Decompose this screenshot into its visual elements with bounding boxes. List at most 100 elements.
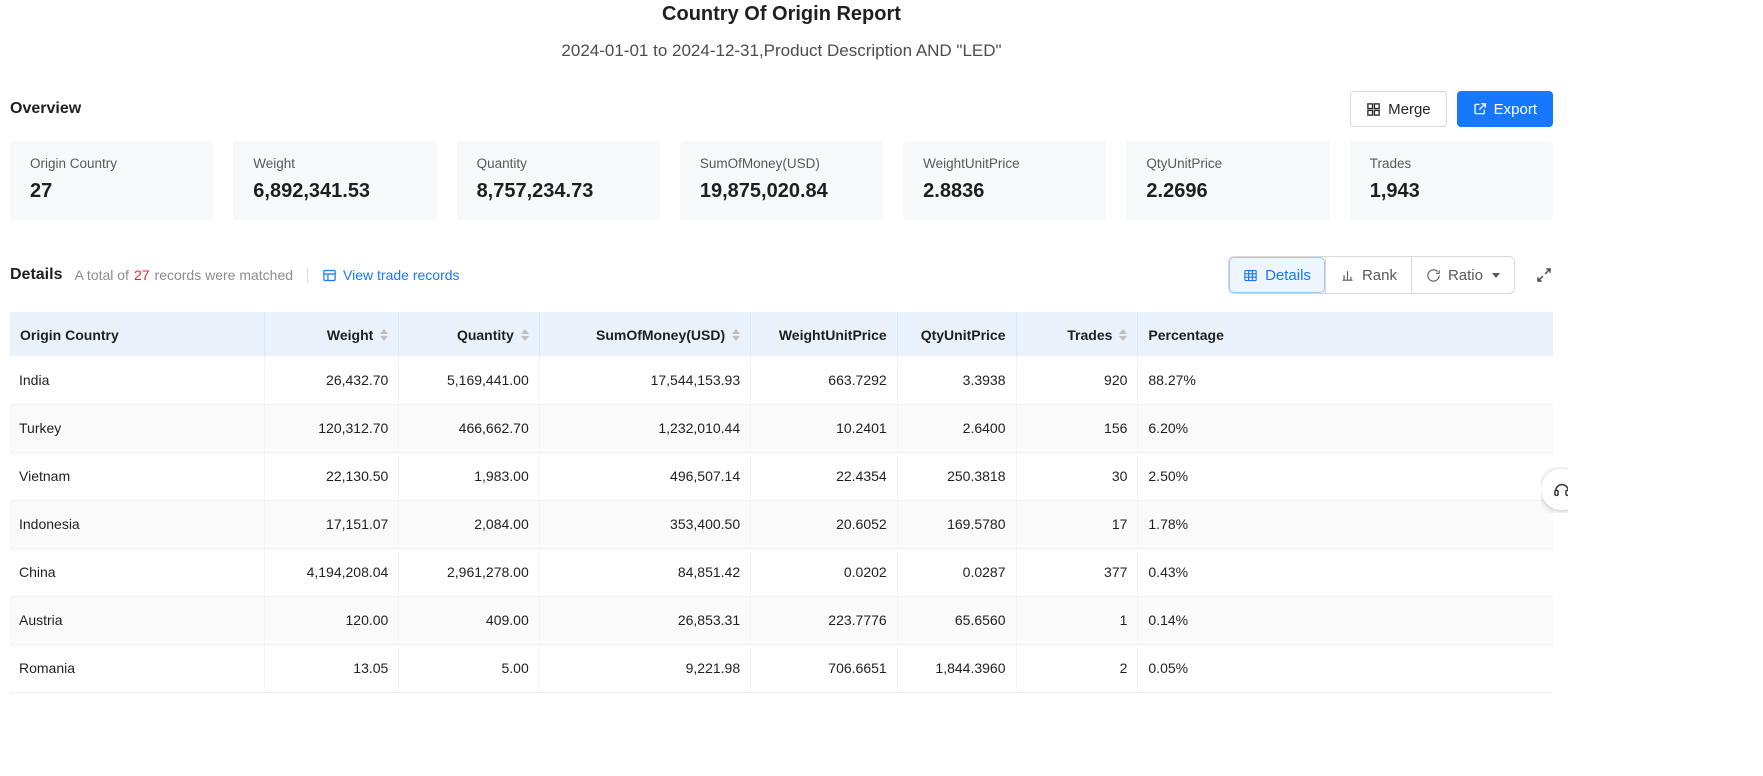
sort-icon[interactable] xyxy=(380,329,388,341)
column-label: Quantity xyxy=(457,327,514,343)
tab-rank[interactable]: Rank xyxy=(1325,257,1411,293)
cell-origin-country: Vietnam xyxy=(10,452,265,500)
table-row: China4,194,208.042,961,278.0084,851.420.… xyxy=(10,548,1553,596)
merge-button[interactable]: Merge xyxy=(1350,91,1447,127)
column-header-weight[interactable]: Weight xyxy=(265,312,399,356)
support-float-wrap xyxy=(1541,467,1568,513)
cell-qtyunitprice: 65.6560 xyxy=(897,596,1016,644)
tab-rank-label: Rank xyxy=(1362,267,1397,284)
report-page: Country Of Origin Report 2024-01-01 to 2… xyxy=(10,0,1553,693)
cell-origin-country: China xyxy=(10,548,265,596)
cell-origin-country: Indonesia xyxy=(10,500,265,548)
fullscreen-button[interactable] xyxy=(1535,266,1553,284)
cell-percentage: 1.78% xyxy=(1138,500,1553,548)
cell-origin-country: Turkey xyxy=(10,404,265,452)
table-row: Turkey120,312.70466,662.701,232,010.4410… xyxy=(10,404,1553,452)
stat-card-weight: Weight6,892,341.53 xyxy=(233,141,436,220)
cell-weight: 26,432.70 xyxy=(265,356,399,404)
chevron-down-icon xyxy=(1492,273,1500,278)
overview-heading: Overview xyxy=(10,100,81,118)
cell-weightunitprice: 10.2401 xyxy=(751,404,898,452)
stat-card-value: 1,943 xyxy=(1370,180,1533,203)
matched-count: 27 xyxy=(134,267,150,283)
merge-button-label: Merge xyxy=(1388,101,1431,118)
column-header-origin-country: Origin Country xyxy=(10,312,265,356)
cell-sumofmoney-usd: 17,544,153.93 xyxy=(539,356,750,404)
headset-icon xyxy=(1552,480,1569,500)
rank-icon xyxy=(1340,268,1355,283)
overview-cards: Origin Country27Weight6,892,341.53Quanti… xyxy=(10,141,1553,220)
column-label: Weight xyxy=(327,327,373,343)
cell-sumofmoney-usd: 496,507.14 xyxy=(539,452,750,500)
cell-weightunitprice: 223.7776 xyxy=(751,596,898,644)
column-label: Percentage xyxy=(1148,327,1223,343)
cell-qtyunitprice: 250.3818 xyxy=(897,452,1016,500)
page-title: Country Of Origin Report xyxy=(10,3,1553,26)
support-button[interactable] xyxy=(1541,469,1568,510)
cell-percentage: 0.43% xyxy=(1138,548,1553,596)
cell-qtyunitprice: 1,844.3960 xyxy=(897,644,1016,692)
tab-details[interactable]: Details xyxy=(1229,257,1325,293)
cell-origin-country: Austria xyxy=(10,596,265,644)
fullscreen-icon xyxy=(1535,266,1553,284)
cell-percentage: 0.05% xyxy=(1138,644,1553,692)
cell-weightunitprice: 22.4354 xyxy=(751,452,898,500)
cell-sumofmoney-usd: 84,851.42 xyxy=(539,548,750,596)
stat-card-qtyunitprice: QtyUnitPrice 2.2696 xyxy=(1126,141,1329,220)
trade-records-icon xyxy=(322,268,337,283)
stat-card-value: 2.2696 xyxy=(1146,180,1309,203)
details-left: Details A total of 27 records were match… xyxy=(10,266,460,284)
vertical-divider xyxy=(307,268,308,283)
cell-weight: 120,312.70 xyxy=(265,404,399,452)
stat-card-weightunitprice: WeightUnitPrice2.8836 xyxy=(903,141,1106,220)
cell-weight: 120.00 xyxy=(265,596,399,644)
cell-qtyunitprice: 2.6400 xyxy=(897,404,1016,452)
cell-trades: 920 xyxy=(1016,356,1138,404)
stat-card-sumofmoney-usd: SumOfMoney(USD)19,875,020.84 xyxy=(680,141,883,220)
cell-origin-country: Romania xyxy=(10,644,265,692)
merge-icon xyxy=(1366,102,1381,117)
table-row: Vietnam22,130.501,983.00496,507.1422.435… xyxy=(10,452,1553,500)
table-row: Romania13.055.009,221.98706.66511,844.39… xyxy=(10,644,1553,692)
cell-quantity: 5.00 xyxy=(399,644,539,692)
table-view-icon xyxy=(1243,268,1258,283)
cell-weightunitprice: 706.6651 xyxy=(751,644,898,692)
stat-card-origin-country: Origin Country27 xyxy=(10,141,213,220)
export-button[interactable]: Export xyxy=(1457,91,1553,127)
cell-weightunitprice: 0.0202 xyxy=(751,548,898,596)
details-header-row: Details A total of 27 records were match… xyxy=(10,256,1553,294)
column-header-quantity[interactable]: Quantity xyxy=(399,312,539,356)
sort-icon[interactable] xyxy=(732,329,740,341)
table-row: Austria120.00409.0026,853.31223.777665.6… xyxy=(10,596,1553,644)
summary-prefix: A total of xyxy=(74,267,128,283)
view-trade-records-link[interactable]: View trade records xyxy=(322,267,459,283)
table-row: Indonesia17,151.072,084.00353,400.5020.6… xyxy=(10,500,1553,548)
cell-quantity: 5,169,441.00 xyxy=(399,356,539,404)
tab-ratio[interactable]: Ratio xyxy=(1411,257,1514,293)
cell-weight: 4,194,208.04 xyxy=(265,548,399,596)
cell-weight: 22,130.50 xyxy=(265,452,399,500)
cell-sumofmoney-usd: 1,232,010.44 xyxy=(539,404,750,452)
cell-percentage: 6.20% xyxy=(1138,404,1553,452)
column-label: WeightUnitPrice xyxy=(779,327,887,343)
column-header-trades[interactable]: Trades xyxy=(1016,312,1138,356)
cell-quantity: 1,983.00 xyxy=(399,452,539,500)
stat-card-label: Origin Country xyxy=(30,156,193,171)
stat-card-trades: Trades1,943 xyxy=(1350,141,1553,220)
cell-origin-country: India xyxy=(10,356,265,404)
page-head: Country Of Origin Report 2024-01-01 to 2… xyxy=(10,0,1553,61)
table-body: India26,432.705,169,441.0017,544,153.93 6… xyxy=(10,356,1553,692)
stat-card-label: QtyUnitPrice xyxy=(1146,156,1309,171)
stat-card-value: 2.8836 xyxy=(923,180,1086,203)
column-header-sumofmoney-usd[interactable]: SumOfMoney(USD) xyxy=(539,312,750,356)
details-heading: Details xyxy=(10,266,62,284)
export-button-label: Export xyxy=(1494,101,1537,118)
stat-card-label: Weight xyxy=(253,156,416,171)
column-label: Origin Country xyxy=(20,327,119,343)
sort-icon[interactable] xyxy=(521,329,529,341)
table-header-row: Origin Country Weight Quantity SumOfMoney(U… xyxy=(10,312,1553,356)
column-header-weightunitprice: WeightUnitPrice xyxy=(751,312,898,356)
page-subtitle: 2024-01-01 to 2024-12-31,Product Descrip… xyxy=(10,41,1553,61)
column-header-qtyunitprice: QtyUnitPrice xyxy=(897,312,1016,356)
sort-icon[interactable] xyxy=(1119,329,1127,341)
